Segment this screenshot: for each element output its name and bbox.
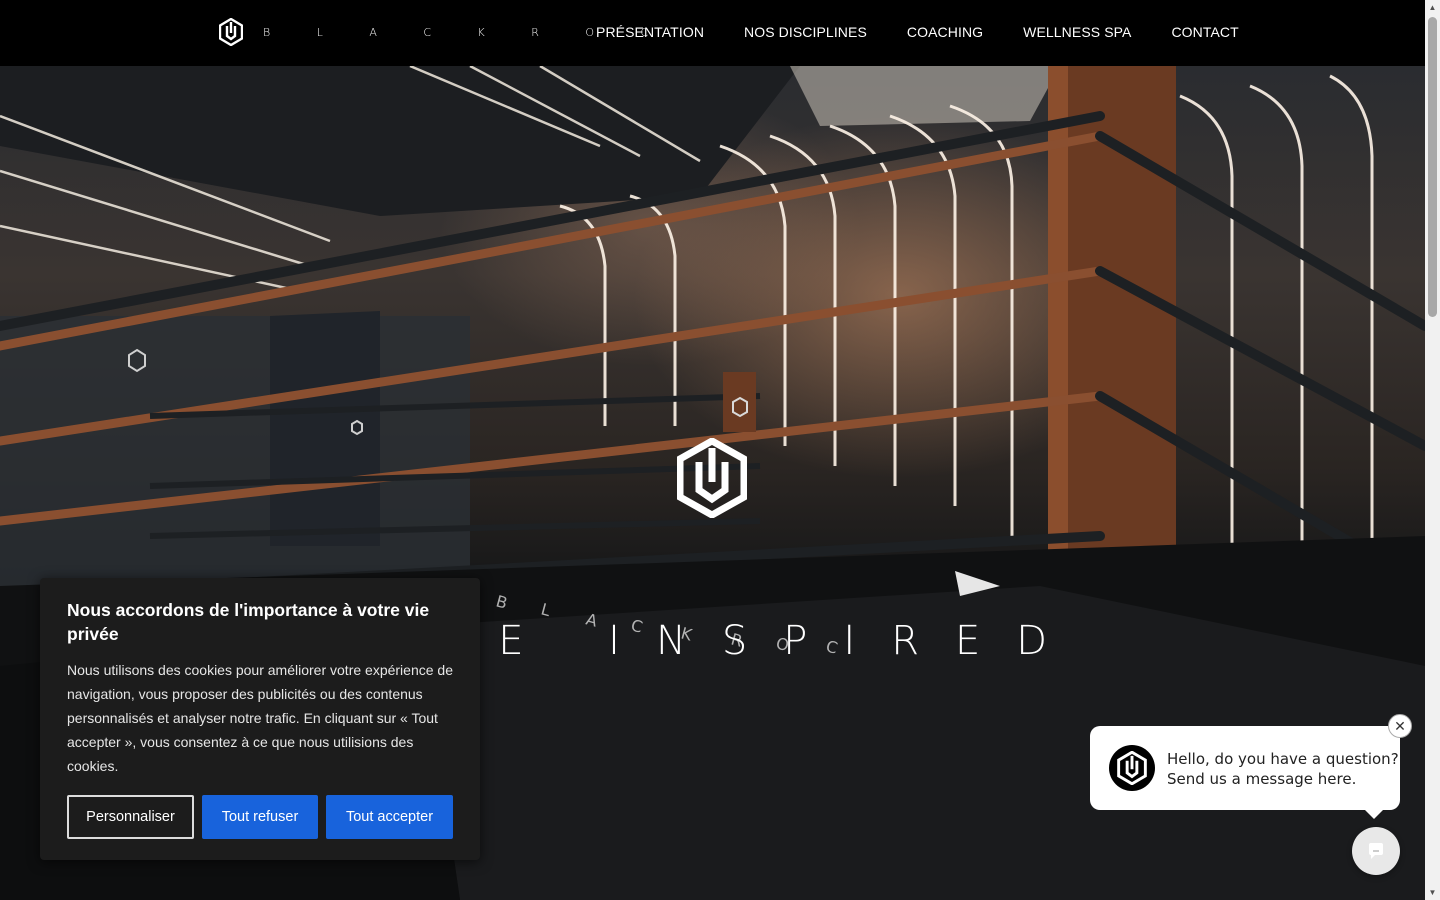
page-scrollbar[interactable]: ▲ ▼ [1425, 0, 1440, 900]
close-icon[interactable]: ✕ [1388, 714, 1412, 738]
hero-title: BE INSPIRED [436, 618, 1084, 664]
cookie-body: Nous utilisons des cookies pour améliore… [67, 662, 453, 774]
blackroc-logo-icon [219, 18, 243, 46]
accept-all-button[interactable]: Tout accepter [326, 795, 453, 839]
chat-message: Hello, do you have a question? Send us a… [1167, 749, 1399, 789]
scroll-down-icon[interactable]: ▼ [1425, 885, 1440, 900]
chat-icon [1369, 843, 1383, 859]
blackroc-logo-icon [1117, 751, 1147, 785]
nav-coaching[interactable]: COACHING [907, 24, 983, 40]
cookie-consent-banner: Nous accordons de l'importance à votre v… [40, 578, 480, 860]
cookie-actions: Personnaliser Tout refuser Tout accepter [67, 795, 453, 839]
nav-wellness-spa[interactable]: WELLNESS SPA [1023, 24, 1131, 40]
nav-contact[interactable]: CONTACT [1171, 24, 1238, 40]
blackroc-emblem-icon [677, 438, 747, 518]
nav-presentation[interactable]: PRÉSENTATION [596, 24, 704, 40]
chat-line-1: Hello, do you have a question? [1167, 750, 1399, 768]
customize-button[interactable]: Personnaliser [67, 795, 194, 839]
site-header: B L A C K R O C PRÉSENTATION NOS DISCIPL… [0, 0, 1425, 66]
chat-line-2: Send us a message here. [1167, 770, 1357, 788]
nav-disciplines[interactable]: NOS DISCIPLINES [744, 24, 867, 40]
refuse-all-button[interactable]: Tout refuser [202, 795, 318, 839]
scroll-up-icon[interactable]: ▲ [1425, 0, 1440, 15]
cookie-title: Nous accordons de l'importance à votre v… [67, 600, 430, 644]
chat-avatar [1109, 745, 1155, 791]
main-nav: PRÉSENTATION NOS DISCIPLINES COACHING WE… [596, 24, 1239, 40]
chat-launcher-button[interactable] [1352, 827, 1400, 875]
chat-prompt-bubble[interactable]: Hello, do you have a question? Send us a… [1090, 726, 1400, 819]
scroll-thumb[interactable] [1428, 17, 1437, 317]
